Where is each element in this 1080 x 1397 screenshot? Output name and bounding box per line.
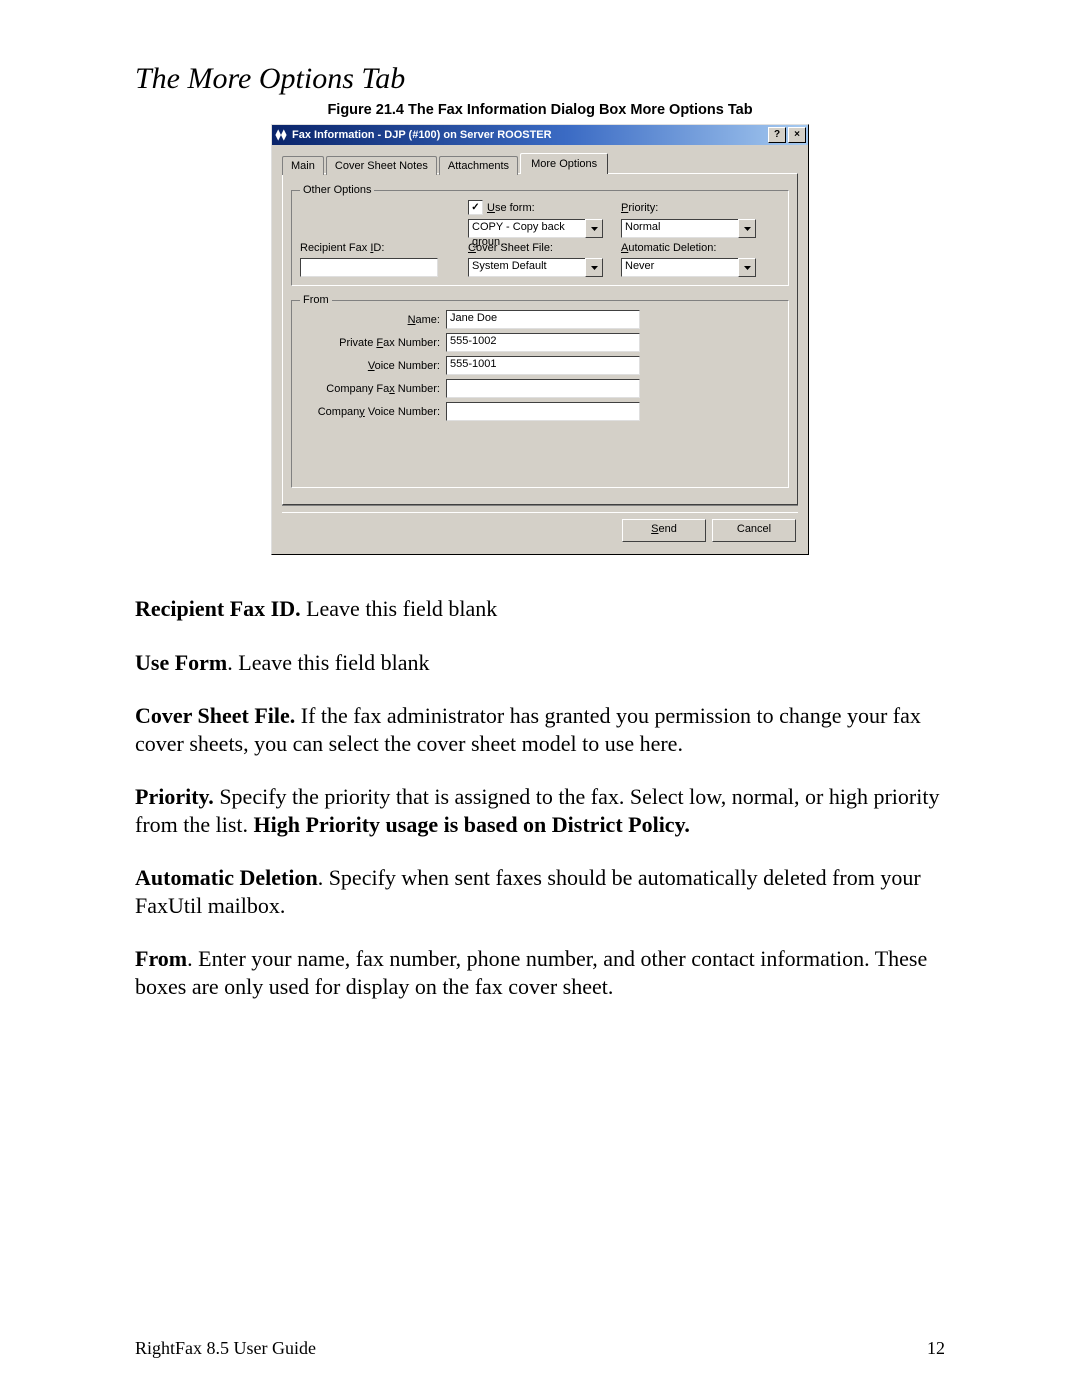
use-form-value: COPY - Copy back groun…: [468, 219, 586, 238]
automatic-deletion-dropdown[interactable]: Never: [621, 258, 756, 277]
chevron-down-icon[interactable]: [738, 219, 756, 238]
name-input[interactable]: Jane Doe: [446, 310, 640, 329]
priority-value: Normal: [621, 219, 739, 238]
fax-info-dialog: Fax Information - DJP (#100) on Server R…: [271, 124, 809, 555]
name-label: Name:: [300, 314, 446, 326]
footer-left: RightFax 8.5 User Guide: [135, 1338, 316, 1359]
check-icon: ✓: [468, 200, 483, 215]
para-priority: Priority. Specify the priority that is a…: [135, 783, 945, 838]
voice-number-input[interactable]: 555-1001: [446, 356, 640, 375]
para-recipient-fax-id: Recipient Fax ID. Leave this field blank: [135, 595, 945, 623]
help-button[interactable]: ?: [768, 127, 786, 143]
private-fax-input[interactable]: 555-1002: [446, 333, 640, 352]
automatic-deletion-value: Never: [621, 258, 739, 277]
tab-attachments[interactable]: Attachments: [439, 156, 518, 175]
page-footer: RightFax 8.5 User Guide 12: [135, 1338, 945, 1359]
voice-number-label: Voice Number:: [300, 360, 446, 372]
cover-sheet-file-dropdown[interactable]: System Default: [468, 258, 603, 277]
recipient-fax-id-input[interactable]: [300, 258, 438, 277]
para-automatic-deletion: Automatic Deletion. Specify when sent fa…: [135, 864, 945, 919]
tab-strip: Main Cover Sheet Notes Attachments More …: [282, 153, 798, 173]
company-voice-input[interactable]: [446, 402, 640, 421]
chevron-down-icon[interactable]: [585, 258, 603, 277]
company-voice-label: Company Voice Number:: [300, 406, 446, 418]
para-from: From. Enter your name, fax number, phone…: [135, 945, 945, 1000]
group-other-options: Other Options ✓ Use form: Priority: COPY…: [291, 184, 789, 286]
tab-more-options[interactable]: More Options: [520, 153, 608, 174]
cover-sheet-file-label: Cover Sheet File:: [468, 242, 603, 254]
use-form-label: Use form:: [487, 202, 535, 214]
tab-cover-sheet-notes[interactable]: Cover Sheet Notes: [326, 156, 437, 175]
recipient-fax-id-label: Recipient Fax ID:: [300, 242, 450, 254]
chevron-down-icon[interactable]: [738, 258, 756, 277]
dialog-titlebar[interactable]: Fax Information - DJP (#100) on Server R…: [272, 125, 808, 145]
cancel-button[interactable]: Cancel: [712, 519, 796, 542]
cover-sheet-file-value: System Default: [468, 258, 586, 277]
priority-dropdown[interactable]: Normal: [621, 219, 756, 238]
para-cover-sheet-file: Cover Sheet File. If the fax administrat…: [135, 702, 945, 757]
automatic-deletion-label: Automatic Deletion:: [621, 242, 756, 254]
private-fax-label: Private Fax Number:: [300, 337, 446, 349]
app-icon: [274, 128, 288, 142]
close-button[interactable]: ×: [788, 127, 806, 143]
group-from: From Name: Jane Doe Private Fax Number: …: [291, 294, 789, 488]
tab-page-more-options: Other Options ✓ Use form: Priority: COPY…: [282, 173, 798, 505]
group-other-options-label: Other Options: [300, 184, 374, 196]
chevron-down-icon[interactable]: [585, 219, 603, 238]
use-form-dropdown[interactable]: COPY - Copy back groun…: [468, 219, 603, 238]
send-button[interactable]: Send: [622, 519, 706, 542]
tab-main[interactable]: Main: [282, 156, 324, 175]
dialog-title: Fax Information - DJP (#100) on Server R…: [292, 129, 552, 141]
group-from-label: From: [300, 294, 332, 306]
page-heading: The More Options Tab: [135, 62, 945, 96]
para-use-form: Use Form. Leave this field blank: [135, 649, 945, 677]
company-fax-label: Company Fax Number:: [300, 383, 446, 395]
priority-label: Priority:: [621, 202, 756, 214]
figure-caption: Figure 21.4 The Fax Information Dialog B…: [135, 102, 945, 118]
footer-page-number: 12: [927, 1338, 945, 1359]
company-fax-input[interactable]: [446, 379, 640, 398]
use-form-checkbox[interactable]: ✓ Use form:: [468, 200, 603, 215]
